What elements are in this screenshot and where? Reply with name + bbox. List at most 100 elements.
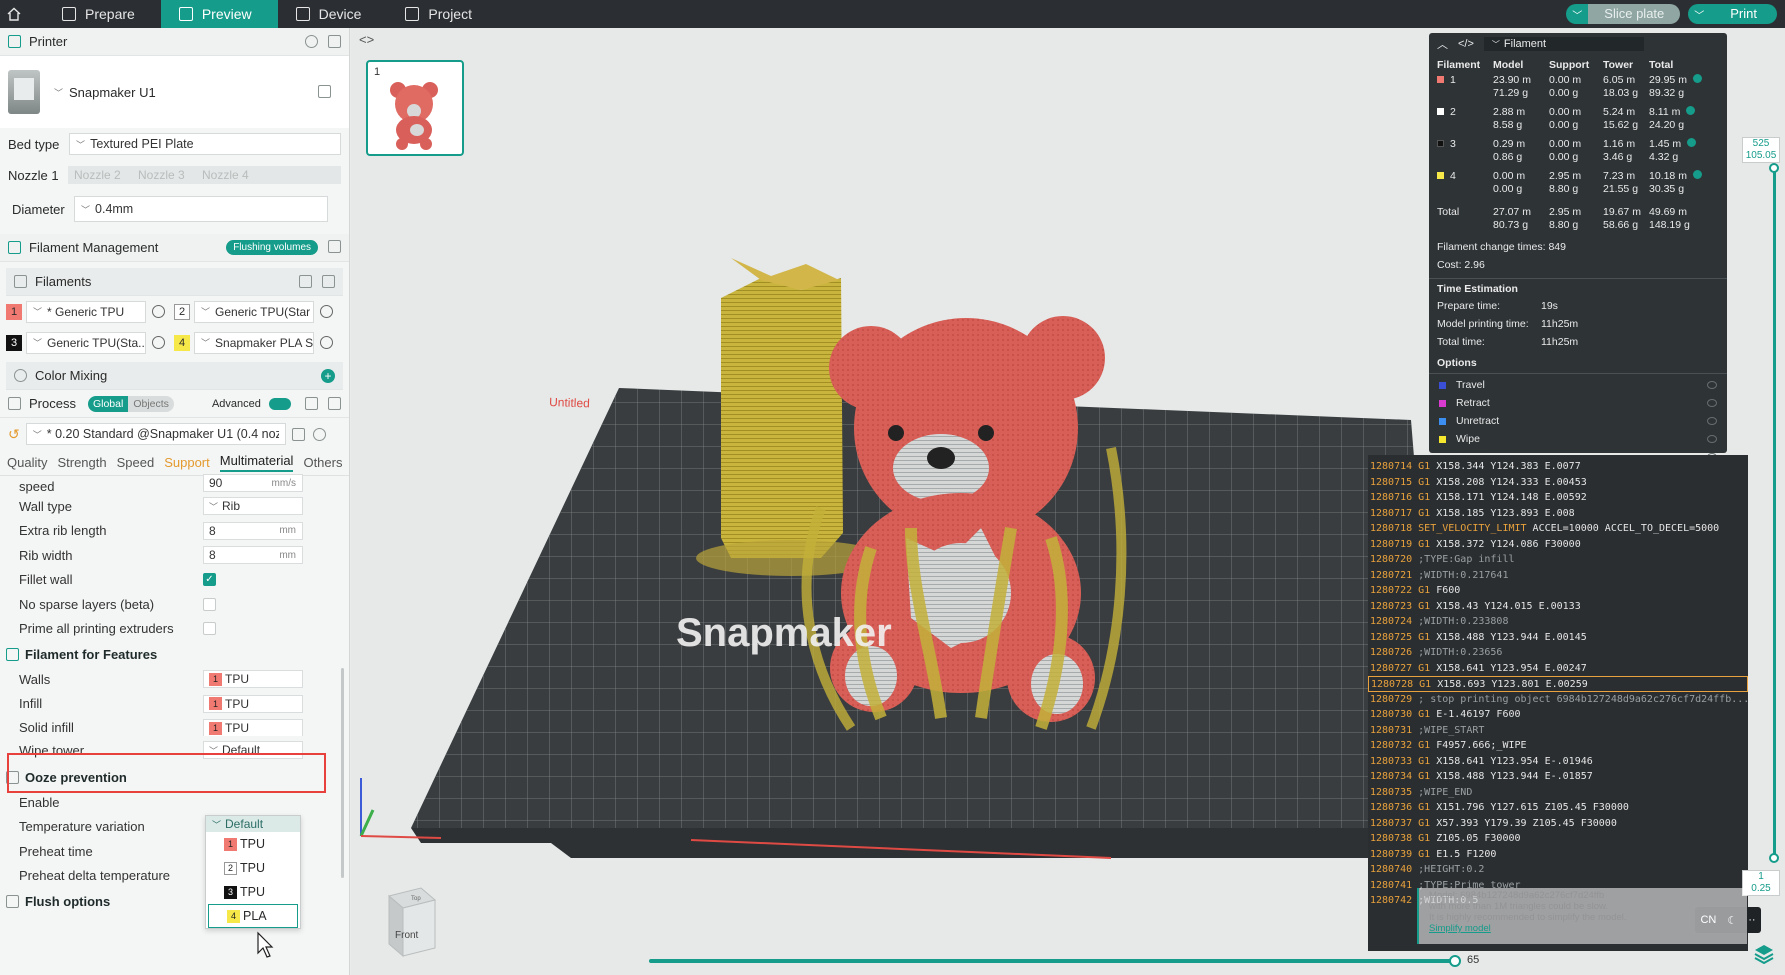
- filament-settings-icon[interactable]: [152, 305, 165, 318]
- gcode-line[interactable]: 1280716 G1 X158.171 Y124.148 E.00592: [1368, 490, 1748, 506]
- gcode-line[interactable]: 1280731 ;WIPE_START: [1368, 723, 1748, 739]
- print-button[interactable]: ﹀ Print: [1688, 4, 1777, 24]
- global-toggle[interactable]: Global: [87, 395, 129, 412]
- code-toggle-icon[interactable]: </>: [1458, 38, 1474, 50]
- layer-slider-top-handle[interactable]: [1769, 163, 1779, 173]
- filament-4[interactable]: 4 ﹀ Snapmaker PLA S...: [174, 331, 342, 354]
- gcode-line[interactable]: 1280739 G1 E1.5 F1200: [1368, 847, 1748, 863]
- gcode-line[interactable]: 1280728 G1 X158.693 Y123.801 E.00259: [1368, 676, 1748, 692]
- gcode-viewer[interactable]: 1280714 G1 X158.344 Y124.383 E.0077 128071…: [1368, 455, 1748, 951]
- tab-others[interactable]: Others: [303, 455, 342, 470]
- more-icon[interactable]: ··: [1748, 914, 1755, 926]
- nozzle-4-tab[interactable]: Nozzle 4: [202, 168, 249, 182]
- speed-input[interactable]: 90 mm/s: [203, 474, 303, 492]
- tab-strength[interactable]: Strength: [57, 455, 106, 470]
- advanced-switch[interactable]: [268, 397, 291, 410]
- tab-preview[interactable]: Preview: [160, 0, 278, 28]
- compare-icon[interactable]: [328, 397, 341, 410]
- moon-icon[interactable]: ☾: [1727, 914, 1737, 927]
- gcode-line[interactable]: 1280725 G1 X158.488 Y123.944 E.00145: [1368, 630, 1748, 646]
- language-toggle[interactable]: CN: [1700, 914, 1716, 926]
- home-button[interactable]: [0, 0, 28, 28]
- view-orientation-cube[interactable]: Top Front: [381, 886, 439, 960]
- layer-slider-track[interactable]: [1773, 168, 1776, 858]
- move-slider-track[interactable]: [649, 959, 1453, 963]
- prime-all-checkbox[interactable]: [203, 622, 216, 636]
- walls-filament-select[interactable]: 1 TPU: [203, 670, 303, 689]
- rib-width-input[interactable]: 8 mm: [203, 546, 303, 565]
- tab-prepare[interactable]: Prepare: [44, 0, 161, 28]
- filament-3[interactable]: 3 ﹀ Generic TPU(Sta...: [6, 331, 174, 354]
- visibility-icon[interactable]: [1686, 106, 1696, 115]
- gcode-line[interactable]: 1280723 G1 X158.43 Y124.015 E.00133: [1368, 599, 1748, 615]
- dropdown-option-default[interactable]: ﹀ Default: [206, 816, 300, 832]
- no-sparse-checkbox[interactable]: [203, 597, 216, 611]
- list-icon[interactable]: [305, 397, 318, 410]
- wifi-icon[interactable]: [305, 35, 318, 48]
- tab-support[interactable]: Support: [164, 455, 210, 470]
- gcode-line[interactable]: 1280740 ;HEIGHT:0.2: [1368, 862, 1748, 878]
- gcode-line[interactable]: 1280721 ;WIDTH:0.217641: [1368, 568, 1748, 584]
- gcode-line[interactable]: 1280736 G1 X151.796 Y127.615 Z105.45 F300…: [1368, 800, 1748, 816]
- settings-sliders-icon[interactable]: [328, 35, 341, 48]
- extra-rib-input[interactable]: 8 mm: [203, 521, 303, 540]
- gcode-line[interactable]: 1280734 G1 X158.488 Y123.944 E-.01857: [1368, 769, 1748, 785]
- option-unretract[interactable]: Unretract: [1429, 412, 1727, 430]
- option-wipe[interactable]: Wipe: [1429, 430, 1727, 448]
- dropdown-option-2[interactable]: 2 TPU: [206, 856, 300, 880]
- gcode-line[interactable]: 1280718 SET_VELOCITY_LIMIT ACCEL=10000 AC…: [1368, 521, 1748, 537]
- gcode-line[interactable]: 1280742 ;WIDTH:0.5: [1368, 893, 1748, 909]
- wall-type-select[interactable]: ﹀ Rib: [203, 497, 303, 516]
- nozzle-1-tab[interactable]: Nozzle 1: [8, 168, 68, 183]
- nozzle-3-tab[interactable]: Nozzle 3: [138, 168, 202, 182]
- option-retract[interactable]: Retract: [1429, 394, 1727, 412]
- gcode-line[interactable]: 1280737 G1 X57.393 Y179.39 Z105.45 F30000: [1368, 816, 1748, 832]
- gcode-line[interactable]: 1280715 G1 X158.208 Y124.333 E.00453: [1368, 475, 1748, 491]
- tab-device[interactable]: Device: [278, 0, 388, 28]
- gcode-line[interactable]: 1280724 ;WIDTH:0.233808: [1368, 614, 1748, 630]
- remove-filament-icon[interactable]: [299, 275, 312, 288]
- diameter-select[interactable]: ﹀ 0.4mm: [74, 196, 328, 222]
- gcode-line[interactable]: 1280735 ;WIPE_END: [1368, 785, 1748, 801]
- gcode-line[interactable]: 1280719 G1 X158.372 Y124.086 F30000: [1368, 537, 1748, 553]
- tab-quality[interactable]: Quality: [7, 455, 47, 470]
- tab-project[interactable]: Project: [387, 0, 498, 28]
- layers-stack-icon[interactable]: [1753, 942, 1775, 964]
- tab-multimaterial[interactable]: Multimaterial: [219, 453, 294, 472]
- visibility-icon[interactable]: [1687, 138, 1697, 147]
- add-icon[interactable]: +: [321, 369, 335, 383]
- gcode-line[interactable]: 1280733 G1 X158.641 Y123.954 E-.01946: [1368, 754, 1748, 770]
- panel-scrollbar[interactable]: [341, 668, 344, 878]
- tab-speed[interactable]: Speed: [117, 455, 155, 470]
- fillet-wall-checkbox[interactable]: ✓: [203, 573, 216, 587]
- visibility-icon[interactable]: [1692, 74, 1702, 83]
- settings-sliders-icon[interactable]: [328, 240, 341, 253]
- layer-slider-bottom-handle[interactable]: [1769, 853, 1779, 863]
- filament-settings-icon[interactable]: [320, 305, 333, 318]
- collapse-up-icon[interactable]: ︿: [1437, 36, 1448, 52]
- gcode-line[interactable]: 1280727 G1 X158.641 Y123.954 E.00247: [1368, 661, 1748, 677]
- bed-type-select[interactable]: ﹀ Textured PEI Plate: [69, 133, 341, 155]
- printer-selector[interactable]: ﹀ Snapmaker U1: [0, 56, 349, 128]
- 3d-viewport[interactable]: <> 1 Untitled Snapmaker Top Front ︿ </> …: [351, 28, 1785, 975]
- gcode-line[interactable]: 1280741 ;TYPE:Prime tower: [1368, 878, 1748, 894]
- gcode-line[interactable]: 1280726 ;WIDTH:0.23656: [1368, 645, 1748, 661]
- process-preset-select[interactable]: ﹀ * 0.20 Standard @Snapmaker U1 (0.4 noz.…: [25, 423, 286, 445]
- dropdown-option-1[interactable]: 1 TPU: [206, 832, 300, 856]
- chevron-down-icon[interactable]: ﹀: [1688, 4, 1711, 24]
- nozzle-2-tab[interactable]: Nozzle 2: [74, 168, 138, 182]
- visibility-icon[interactable]: [1692, 170, 1702, 179]
- add-filament-icon[interactable]: [322, 275, 335, 288]
- gcode-line[interactable]: 1280720 ;TYPE:Gap infill: [1368, 552, 1748, 568]
- chevron-down-icon[interactable]: ﹀: [1566, 4, 1589, 24]
- filament-2[interactable]: 2 ﹀ Generic TPU(Star ...: [174, 300, 342, 323]
- save-icon[interactable]: [291, 427, 305, 441]
- solid-infill-filament-select[interactable]: 1 TPU: [203, 719, 303, 736]
- infill-filament-select[interactable]: 1 TPU: [203, 694, 303, 713]
- gcode-line[interactable]: 1280738 G1 Z105.05 F30000: [1368, 831, 1748, 847]
- gcode-line[interactable]: 1280729; stop printing object 6984b12724…: [1368, 692, 1748, 708]
- gcode-line[interactable]: 1280730 G1 E-1.46197 F600: [1368, 707, 1748, 723]
- gcode-line[interactable]: 1280717 G1 X158.185 Y123.893 E.008: [1368, 506, 1748, 522]
- simplify-model-link[interactable]: Simplify model: [1429, 923, 1491, 934]
- gcode-line[interactable]: 1280732 G1 F4957.666;_WIPE: [1368, 738, 1748, 754]
